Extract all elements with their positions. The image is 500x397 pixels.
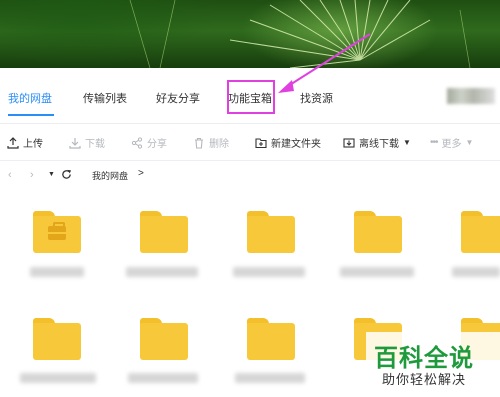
share-button[interactable]: 分享 — [131, 135, 167, 150]
avatar[interactable] — [447, 88, 495, 104]
new-folder-icon — [255, 137, 267, 148]
folder-icon[interactable] — [247, 318, 295, 360]
watermark-subtitle: 助你轻松解决 — [382, 372, 467, 387]
breadcrumb-separator: > — [138, 168, 144, 179]
refresh-icon[interactable] — [61, 169, 72, 180]
download-button[interactable]: 下载 — [69, 135, 105, 150]
folder-name-blurred — [20, 373, 96, 383]
new-folder-button[interactable]: 新建文件夹 — [255, 135, 321, 150]
toolbox-bag-icon — [48, 222, 66, 240]
watermark-logo: 百科全说 助你轻松解决 — [366, 332, 500, 394]
download-icon — [69, 137, 81, 149]
offline-download-icon — [343, 137, 355, 148]
folder-icon[interactable] — [247, 211, 295, 253]
path-bar: ‹ › ▼ 我的网盘 > — [0, 160, 500, 186]
folder-icon[interactable] — [33, 211, 81, 253]
folder-icon[interactable] — [140, 318, 188, 360]
folder-name-blurred — [340, 267, 414, 277]
breadcrumb-root[interactable]: 我的网盘 — [92, 169, 128, 182]
share-icon — [131, 136, 143, 149]
folder-name-blurred — [233, 267, 305, 277]
folder-name-blurred — [452, 267, 500, 277]
watermark-title: 百科全说 — [374, 345, 474, 372]
chevron-down-icon: ▼ — [403, 138, 411, 147]
history-dropdown-icon[interactable]: ▼ — [48, 171, 55, 178]
folder-icon[interactable] — [140, 211, 188, 253]
delete-button[interactable]: 删除 — [193, 135, 229, 150]
more-button[interactable]: ••• 更多 ▼ — [430, 135, 473, 150]
forward-arrow-icon[interactable]: › — [30, 169, 34, 181]
offline-download-button[interactable]: 离线下载 ▼ — [343, 135, 411, 150]
folder-icon[interactable] — [461, 211, 500, 253]
upload-button[interactable]: 上传 — [7, 135, 43, 150]
folder-name-blurred — [128, 373, 198, 383]
folder-name-blurred — [235, 373, 305, 383]
folder-icon[interactable] — [354, 211, 402, 253]
toolbar: 上传 下载 分享 删除 新建文件夹 离线下载 ▼ ••• 更多 ▼ — [0, 130, 500, 154]
trash-icon — [195, 137, 203, 149]
folder-name-blurred — [126, 267, 198, 277]
folder-icon[interactable] — [33, 318, 81, 360]
folder-name-blurred — [30, 267, 84, 277]
back-arrow-icon[interactable]: ‹ — [8, 169, 12, 181]
upload-icon — [7, 136, 19, 149]
more-dots-icon: ••• — [430, 137, 438, 148]
chevron-down-icon: ▼ — [465, 138, 474, 147]
